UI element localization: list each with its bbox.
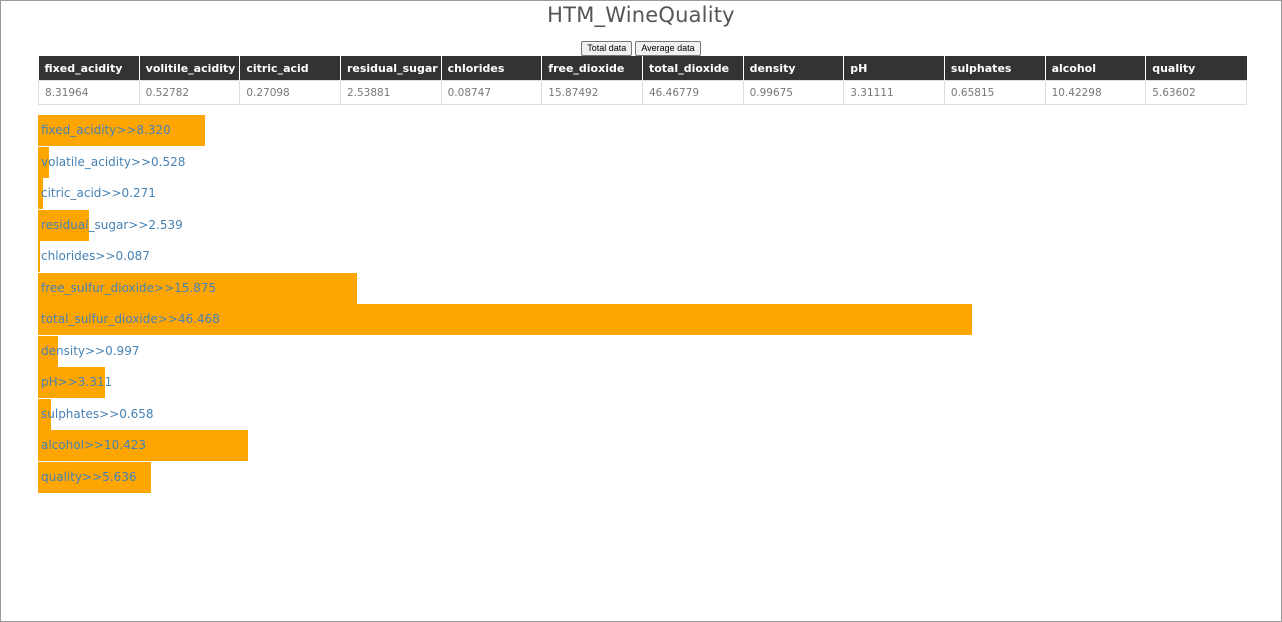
bar: [38, 241, 40, 272]
bar-row: sulphates>>0.658: [38, 398, 1247, 431]
table-row: 8.31964 0.52782 0.27098 2.53881 0.08747 …: [38, 80, 1247, 105]
bar-row: pH>>3.311: [38, 367, 1247, 399]
column-header-fixed-acidity: fixed_acidity: [38, 56, 140, 81]
app-frame: HTM_WineQuality Total data Average data …: [0, 0, 1282, 622]
column-header-chlorides: chlorides: [440, 56, 542, 81]
column-header-volitile-acidity: volitile_acidity: [138, 56, 240, 81]
column-header-sulphates: sulphates: [943, 56, 1046, 81]
bar-row: residual_sugar>>2.539: [38, 209, 1247, 242]
column-header-residual-sugar: residual_sugar: [339, 56, 442, 81]
page-title: HTM_WineQuality: [547, 3, 735, 27]
table-cell-alcohol: 10.42298: [1044, 80, 1147, 105]
bar-row: alcohol>>10.423: [38, 430, 1247, 462]
table-cell-residual-sugar: 2.53881: [339, 80, 442, 105]
column-header-total-dioxide: total_dioxide: [641, 56, 744, 81]
bar-label: total_sulfur_dioxide>>46.468: [41, 312, 220, 326]
averages-table: fixed_acidity volitile_acidity citric_ac…: [38, 56, 1247, 105]
column-header-alcohol: alcohol: [1044, 56, 1146, 81]
bar-row: volatile_acidity>>0.528: [38, 146, 1247, 179]
column-header-ph: pH: [843, 56, 945, 81]
bar-chart: fixed_acidity>>8.320 volatile_acidity>>0.…: [38, 115, 1247, 493]
bar-label: fixed_acidity>>8.320: [41, 123, 171, 137]
bar-row: citric_acid>>0.271: [38, 178, 1247, 210]
column-header-quality: quality: [1145, 56, 1247, 81]
bar-row: fixed_acidity>>8.320: [38, 115, 1247, 147]
table-cell-citric-acid: 0.27098: [239, 80, 341, 105]
bar-row: free_sulfur_dioxide>>15.875: [38, 272, 1247, 305]
bar-label: volatile_acidity>>0.528: [41, 154, 186, 169]
total-data-button[interactable]: Total data: [581, 41, 633, 56]
bar-row: total_sulfur_dioxide>>46.468: [38, 304, 1247, 336]
table-cell-ph: 3.31111: [843, 80, 945, 105]
table-cell-quality: 5.63602: [1145, 80, 1247, 105]
bar-label: residual_sugar>>2.539: [41, 217, 183, 232]
bar-label: alcohol>>10.423: [41, 438, 147, 452]
average-data-button[interactable]: Average data: [635, 41, 701, 56]
bar-label: density>>0.997: [41, 343, 140, 358]
bar-row: quality>>5.636: [38, 461, 1247, 494]
table-cell-density: 0.99675: [742, 80, 845, 105]
column-header-citric-acid: citric_acid: [239, 56, 341, 81]
column-header-density: density: [742, 56, 844, 81]
bar-label: free_sulfur_dioxide>>15.875: [41, 280, 217, 295]
bar-label: citric_acid>>0.271: [41, 186, 156, 200]
table-cell-total-dioxide: 46.46779: [641, 80, 744, 105]
table-cell-fixed-acidity: 8.31964: [38, 80, 140, 105]
bar-label: chlorides>>0.087: [41, 249, 150, 263]
table-cell-sulphates: 0.65815: [943, 80, 1046, 105]
table-cell-free-dioxide: 15.87492: [541, 80, 643, 105]
bar-row: chlorides>>0.087: [38, 241, 1247, 273]
table-cell-chlorides: 0.08747: [440, 80, 543, 105]
column-header-free-dioxide: free_dioxide: [541, 56, 643, 81]
bar-label: quality>>5.636: [41, 469, 137, 484]
toolbar: Total data Average data: [1, 41, 1281, 56]
bar-label: sulphates>>0.658: [41, 406, 154, 421]
bar-row: density>>0.997: [38, 335, 1247, 368]
table-cell-volitile-acidity: 0.52782: [138, 80, 241, 105]
bar-label: pH>>3.311: [41, 375, 113, 389]
table-header-row: fixed_acidity volitile_acidity citric_ac…: [38, 56, 1247, 81]
